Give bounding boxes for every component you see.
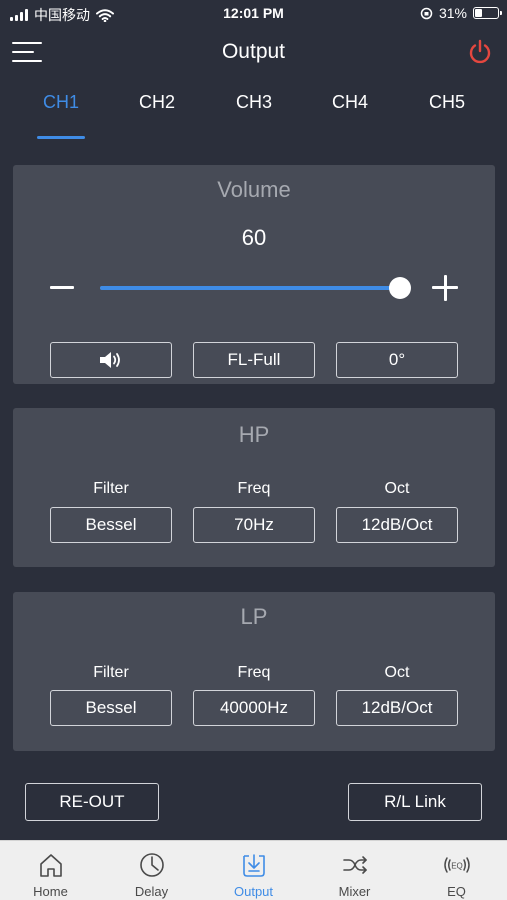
phase-button[interactable]: 0° — [336, 342, 458, 378]
eq-icon: EQ — [444, 857, 470, 873]
orientation-lock-icon — [420, 7, 433, 19]
hp-freq-label: Freq — [237, 480, 271, 497]
volume-slider-fill — [100, 286, 400, 290]
lp-oct-label: Oct — [384, 664, 410, 681]
lp-oct-button[interactable]: 12dB/Oct — [336, 690, 458, 726]
home-icon — [40, 854, 62, 877]
output-icon — [243, 854, 265, 877]
hp-oct-button[interactable]: 12dB/Oct — [336, 507, 458, 543]
hp-title: HP — [238, 422, 270, 447]
lp-filter-button[interactable]: Bessel — [50, 690, 172, 726]
svg-text:EQ: EQ — [451, 862, 463, 871]
nav-home[interactable]: Home — [0, 841, 101, 900]
lp-filter-label: Filter — [93, 664, 129, 681]
app-header: Output — [0, 28, 507, 78]
volume-title: Volume — [217, 177, 291, 202]
clock-icon — [140, 853, 164, 877]
power-icon[interactable] — [467, 39, 493, 65]
lp-freq-button[interactable]: 40000Hz — [193, 690, 315, 726]
nav-delay[interactable]: Delay — [101, 841, 202, 900]
tab-ch1[interactable]: CH1 — [16, 92, 106, 113]
mute-button[interactable] — [50, 342, 172, 378]
shuffle-icon — [343, 856, 367, 874]
hp-filter-button[interactable]: Bessel — [50, 507, 172, 543]
channel-type-button[interactable]: FL-Full — [193, 342, 315, 378]
nav-output-label: Output — [233, 884, 274, 899]
tab-ch4[interactable]: CH4 — [305, 92, 395, 113]
bottom-nav: Home Delay Output Mixer EQ EQ — [0, 840, 507, 900]
volume-panel: Volume 60 FL-Full 0° — [13, 165, 495, 384]
volume-slider-thumb[interactable] — [389, 277, 411, 299]
lp-title: LP — [240, 604, 268, 629]
nav-home-label: Home — [33, 884, 68, 899]
volume-decrease-button[interactable] — [50, 273, 74, 303]
hp-filter-label: Filter — [93, 480, 129, 497]
speaker-icon — [100, 352, 120, 368]
nav-eq[interactable]: EQ EQ — [406, 841, 507, 900]
hp-panel: HP Filter Freq Oct Bessel 70Hz 12dB/Oct — [13, 408, 495, 567]
volume-increase-button[interactable] — [432, 273, 458, 303]
status-bar: 中国移动 12:01 PM 31% — [0, 0, 507, 28]
hp-oct-label: Oct — [384, 480, 410, 497]
page-title: Output — [221, 40, 286, 63]
tab-ch3[interactable]: CH3 — [209, 92, 299, 113]
volume-value: 60 — [241, 225, 267, 250]
battery-icon — [473, 7, 502, 19]
active-tab-indicator — [37, 136, 85, 139]
nav-delay-label: Delay — [134, 884, 169, 899]
hp-freq-button[interactable]: 70Hz — [193, 507, 315, 543]
volume-slider[interactable] — [100, 275, 411, 303]
tab-ch2[interactable]: CH2 — [112, 92, 202, 113]
channel-tabs: CH1 CH2 CH3 CH4 CH5 — [0, 92, 507, 142]
tab-ch5[interactable]: CH5 — [402, 92, 492, 113]
battery-percent: 31% — [438, 5, 467, 21]
rl-link-button[interactable]: R/L Link — [348, 783, 482, 821]
lp-panel: LP Filter Freq Oct Bessel 40000Hz 12dB/O… — [13, 592, 495, 751]
nav-mixer[interactable]: Mixer — [304, 841, 405, 900]
nav-mixer-label: Mixer — [338, 884, 371, 899]
nav-eq-label: EQ — [447, 884, 466, 899]
status-bar-right: 31% — [420, 5, 502, 21]
lp-freq-label: Freq — [237, 664, 271, 681]
nav-output[interactable]: Output — [203, 841, 304, 900]
reout-button[interactable]: RE-OUT — [25, 783, 159, 821]
